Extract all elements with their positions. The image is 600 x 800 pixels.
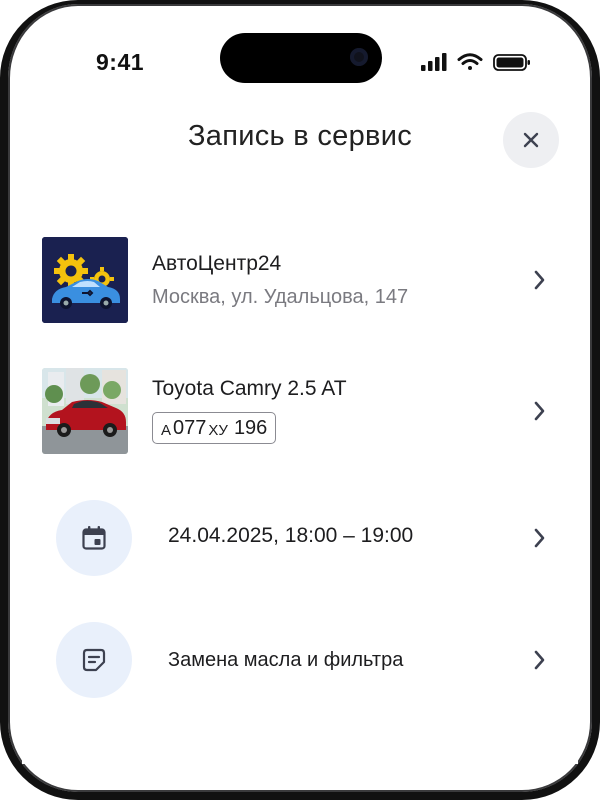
wifi-icon [457,53,483,70]
vehicle-row[interactable]: Toyota Camry 2.5 AT А 077 ХУ 196 [42,368,562,454]
note-icon [82,648,106,672]
service-center-address: Москва, ул. Удальцова, 147 [152,286,409,308]
plate-number: 077 [173,416,207,439]
close-button[interactable] [503,112,559,168]
service-center-name: АвтоЦентр24 [152,252,282,275]
service-row[interactable]: Замена масла и фильтра [42,622,562,698]
service-center-row[interactable]: АвтоЦентр24 Москва, ул. Удальцова, 147 [42,237,562,323]
signal-icon [421,53,447,71]
chevron-right-icon [534,650,545,670]
calendar-icon [82,526,106,550]
chevron-right-icon [534,270,545,290]
status-icons [421,52,531,74]
note-icon-badge [56,622,132,698]
license-plate: А 077 ХУ 196 [152,412,277,444]
close-icon [523,132,539,148]
service-center-logo [42,237,128,323]
calendar-icon-badge [56,500,132,576]
plate-letter-1: А [161,421,172,439]
service-name: Замена масла и фильтра [168,649,404,671]
plate-region: 196 [233,416,268,439]
chevron-right-icon [534,401,545,421]
dynamic-island [220,33,382,83]
camera-icon [350,48,368,66]
appointment-datetime: 24.04.2025, 18:00 – 19:00 [168,524,414,547]
vehicle-name: Toyota Camry 2.5 AT [152,377,347,400]
status-time: 9:41 [96,49,145,75]
vehicle-photo [42,368,128,454]
battery-icon [493,54,530,71]
appointment-row[interactable]: 24.04.2025, 18:00 – 19:00 [42,500,562,576]
plate-letters-2: ХУ [208,421,228,439]
chevron-right-icon [534,528,545,548]
